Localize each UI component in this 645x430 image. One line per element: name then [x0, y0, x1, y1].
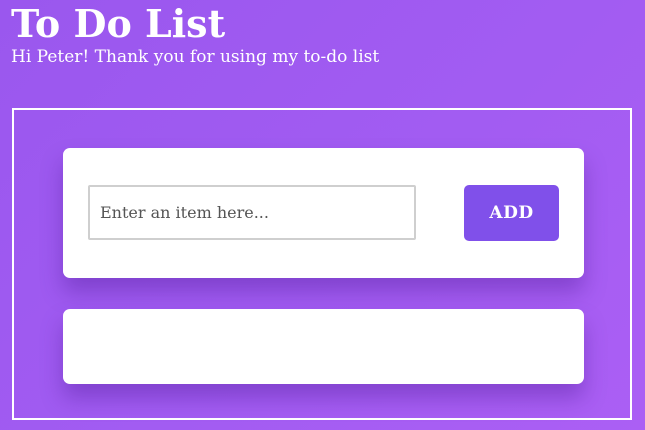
add-button[interactable]: ADD [464, 185, 559, 241]
item-input[interactable] [88, 185, 416, 240]
page-title: To Do List [11, 1, 226, 46]
add-item-card: ADD [63, 148, 584, 278]
todo-list-card [63, 309, 584, 384]
welcome-message: Hi Peter! Thank you for using my to-do l… [11, 47, 380, 67]
